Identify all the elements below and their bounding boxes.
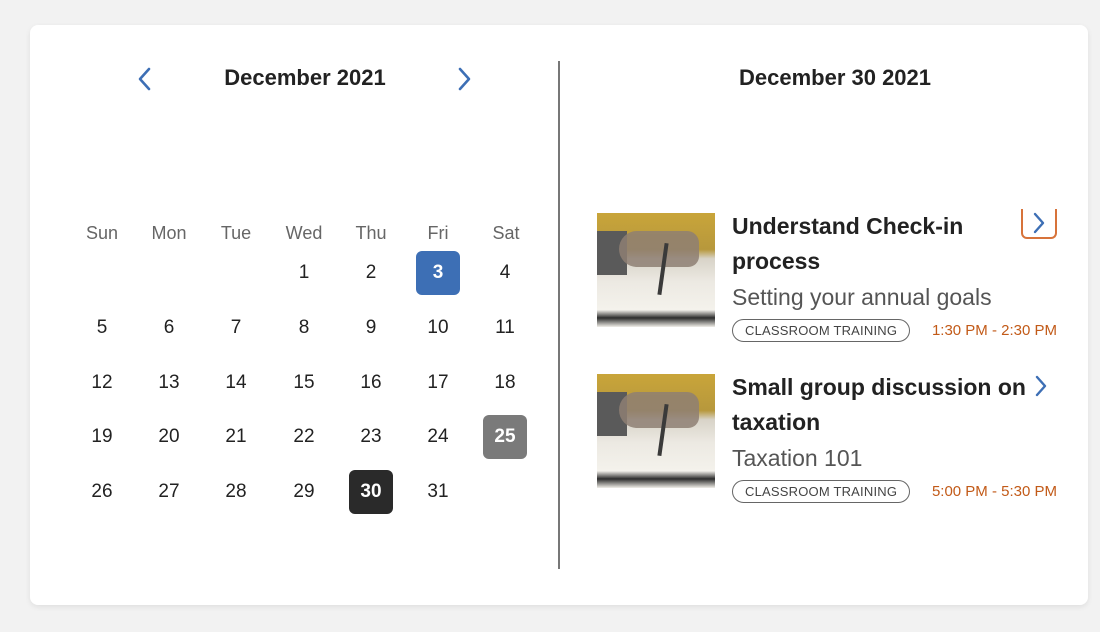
- chevron-right-icon: [1035, 375, 1047, 397]
- calendar-card: December 2021 Sun Mon Tue Wed Thu Fri Sa…: [30, 25, 1088, 605]
- event-title[interactable]: Small group discussion on taxation: [732, 370, 1032, 440]
- calendar-day[interactable]: 29: [282, 470, 326, 514]
- open-event-button[interactable]: [1025, 370, 1057, 402]
- calendar-day[interactable]: 30: [349, 470, 393, 514]
- calendar-day[interactable]: 26: [80, 470, 124, 514]
- event-time: 5:00 PM - 5:30 PM: [931, 483, 1057, 500]
- calendar-day[interactable]: 9: [349, 306, 393, 350]
- event-type-badge: CLASSROOM TRAINING: [732, 480, 911, 503]
- previous-month-button[interactable]: [129, 63, 161, 95]
- event-subtitle: Taxation 101: [732, 445, 863, 471]
- calendar-day[interactable]: 17: [416, 361, 460, 405]
- calendar-day[interactable]: 3: [416, 251, 460, 295]
- calendar-day[interactable]: 1: [282, 251, 326, 295]
- event-type-badge: CLASSROOM TRAINING: [732, 319, 911, 342]
- calendar-day[interactable]: 16: [349, 361, 393, 405]
- calendar-day[interactable]: 22: [282, 415, 326, 459]
- calendar-day[interactable]: 10: [416, 306, 460, 350]
- calendar-day[interactable]: 23: [349, 415, 393, 459]
- calendar-day[interactable]: 27: [147, 470, 191, 514]
- calendar-day[interactable]: 11: [483, 306, 527, 350]
- weekday-header-row: Sun Mon Tue Wed Thu Fri Sat: [68, 223, 568, 247]
- calendar-header: December 2021: [30, 63, 558, 95]
- chevron-left-icon: [138, 67, 151, 91]
- weekday-label: Wed: [285, 223, 323, 243]
- calendar-day[interactable]: 28: [214, 470, 258, 514]
- event-thumbnail: [597, 374, 715, 488]
- panel-divider: [558, 61, 560, 569]
- calendar-day[interactable]: 31: [416, 470, 460, 514]
- calendar-day[interactable]: 24: [416, 415, 460, 459]
- month-title: December 2021: [224, 65, 386, 90]
- calendar-day[interactable]: 20: [147, 415, 191, 459]
- weekday-label: Sun: [85, 223, 119, 243]
- weekday-label: Thu: [355, 223, 387, 243]
- calendar-day[interactable]: 21: [214, 415, 258, 459]
- chevron-right-icon: [1033, 212, 1045, 234]
- calendar-day[interactable]: 7: [214, 306, 258, 350]
- event-item[interactable]: Understand Check-in process Setting your…: [597, 209, 1067, 342]
- calendar-day[interactable]: 8: [282, 306, 326, 350]
- calendar-day[interactable]: 2: [349, 251, 393, 295]
- calendar-day[interactable]: 4: [483, 251, 527, 295]
- weekday-label: Mon: [151, 223, 187, 243]
- calendar-day[interactable]: 13: [147, 361, 191, 405]
- event-item[interactable]: Small group discussion on taxation Taxat…: [597, 374, 1067, 503]
- calendar-day[interactable]: 12: [80, 361, 124, 405]
- calendar-day[interactable]: 15: [282, 361, 326, 405]
- calendar-day[interactable]: 19: [80, 415, 124, 459]
- open-event-button[interactable]: [1021, 209, 1057, 239]
- calendar-day[interactable]: 6: [147, 306, 191, 350]
- agenda-date-title: December 30 2021: [738, 65, 932, 90]
- event-thumbnail: [597, 213, 715, 327]
- calendar-day[interactable]: 14: [214, 361, 258, 405]
- chevron-right-icon: [458, 67, 471, 91]
- event-title[interactable]: Understand Check-in process: [732, 209, 1032, 279]
- calendar-day[interactable]: 5: [80, 306, 124, 350]
- next-month-button[interactable]: [448, 63, 480, 95]
- calendar-day[interactable]: 18: [483, 361, 527, 405]
- event-subtitle: Setting your annual goals: [732, 284, 992, 310]
- calendar-day[interactable]: 25: [483, 415, 527, 459]
- weekday-label: Tue: [220, 223, 252, 243]
- weekday-label: Fri: [427, 223, 449, 243]
- weekday-label: Sat: [492, 223, 520, 243]
- event-time: 1:30 PM - 2:30 PM: [931, 322, 1057, 339]
